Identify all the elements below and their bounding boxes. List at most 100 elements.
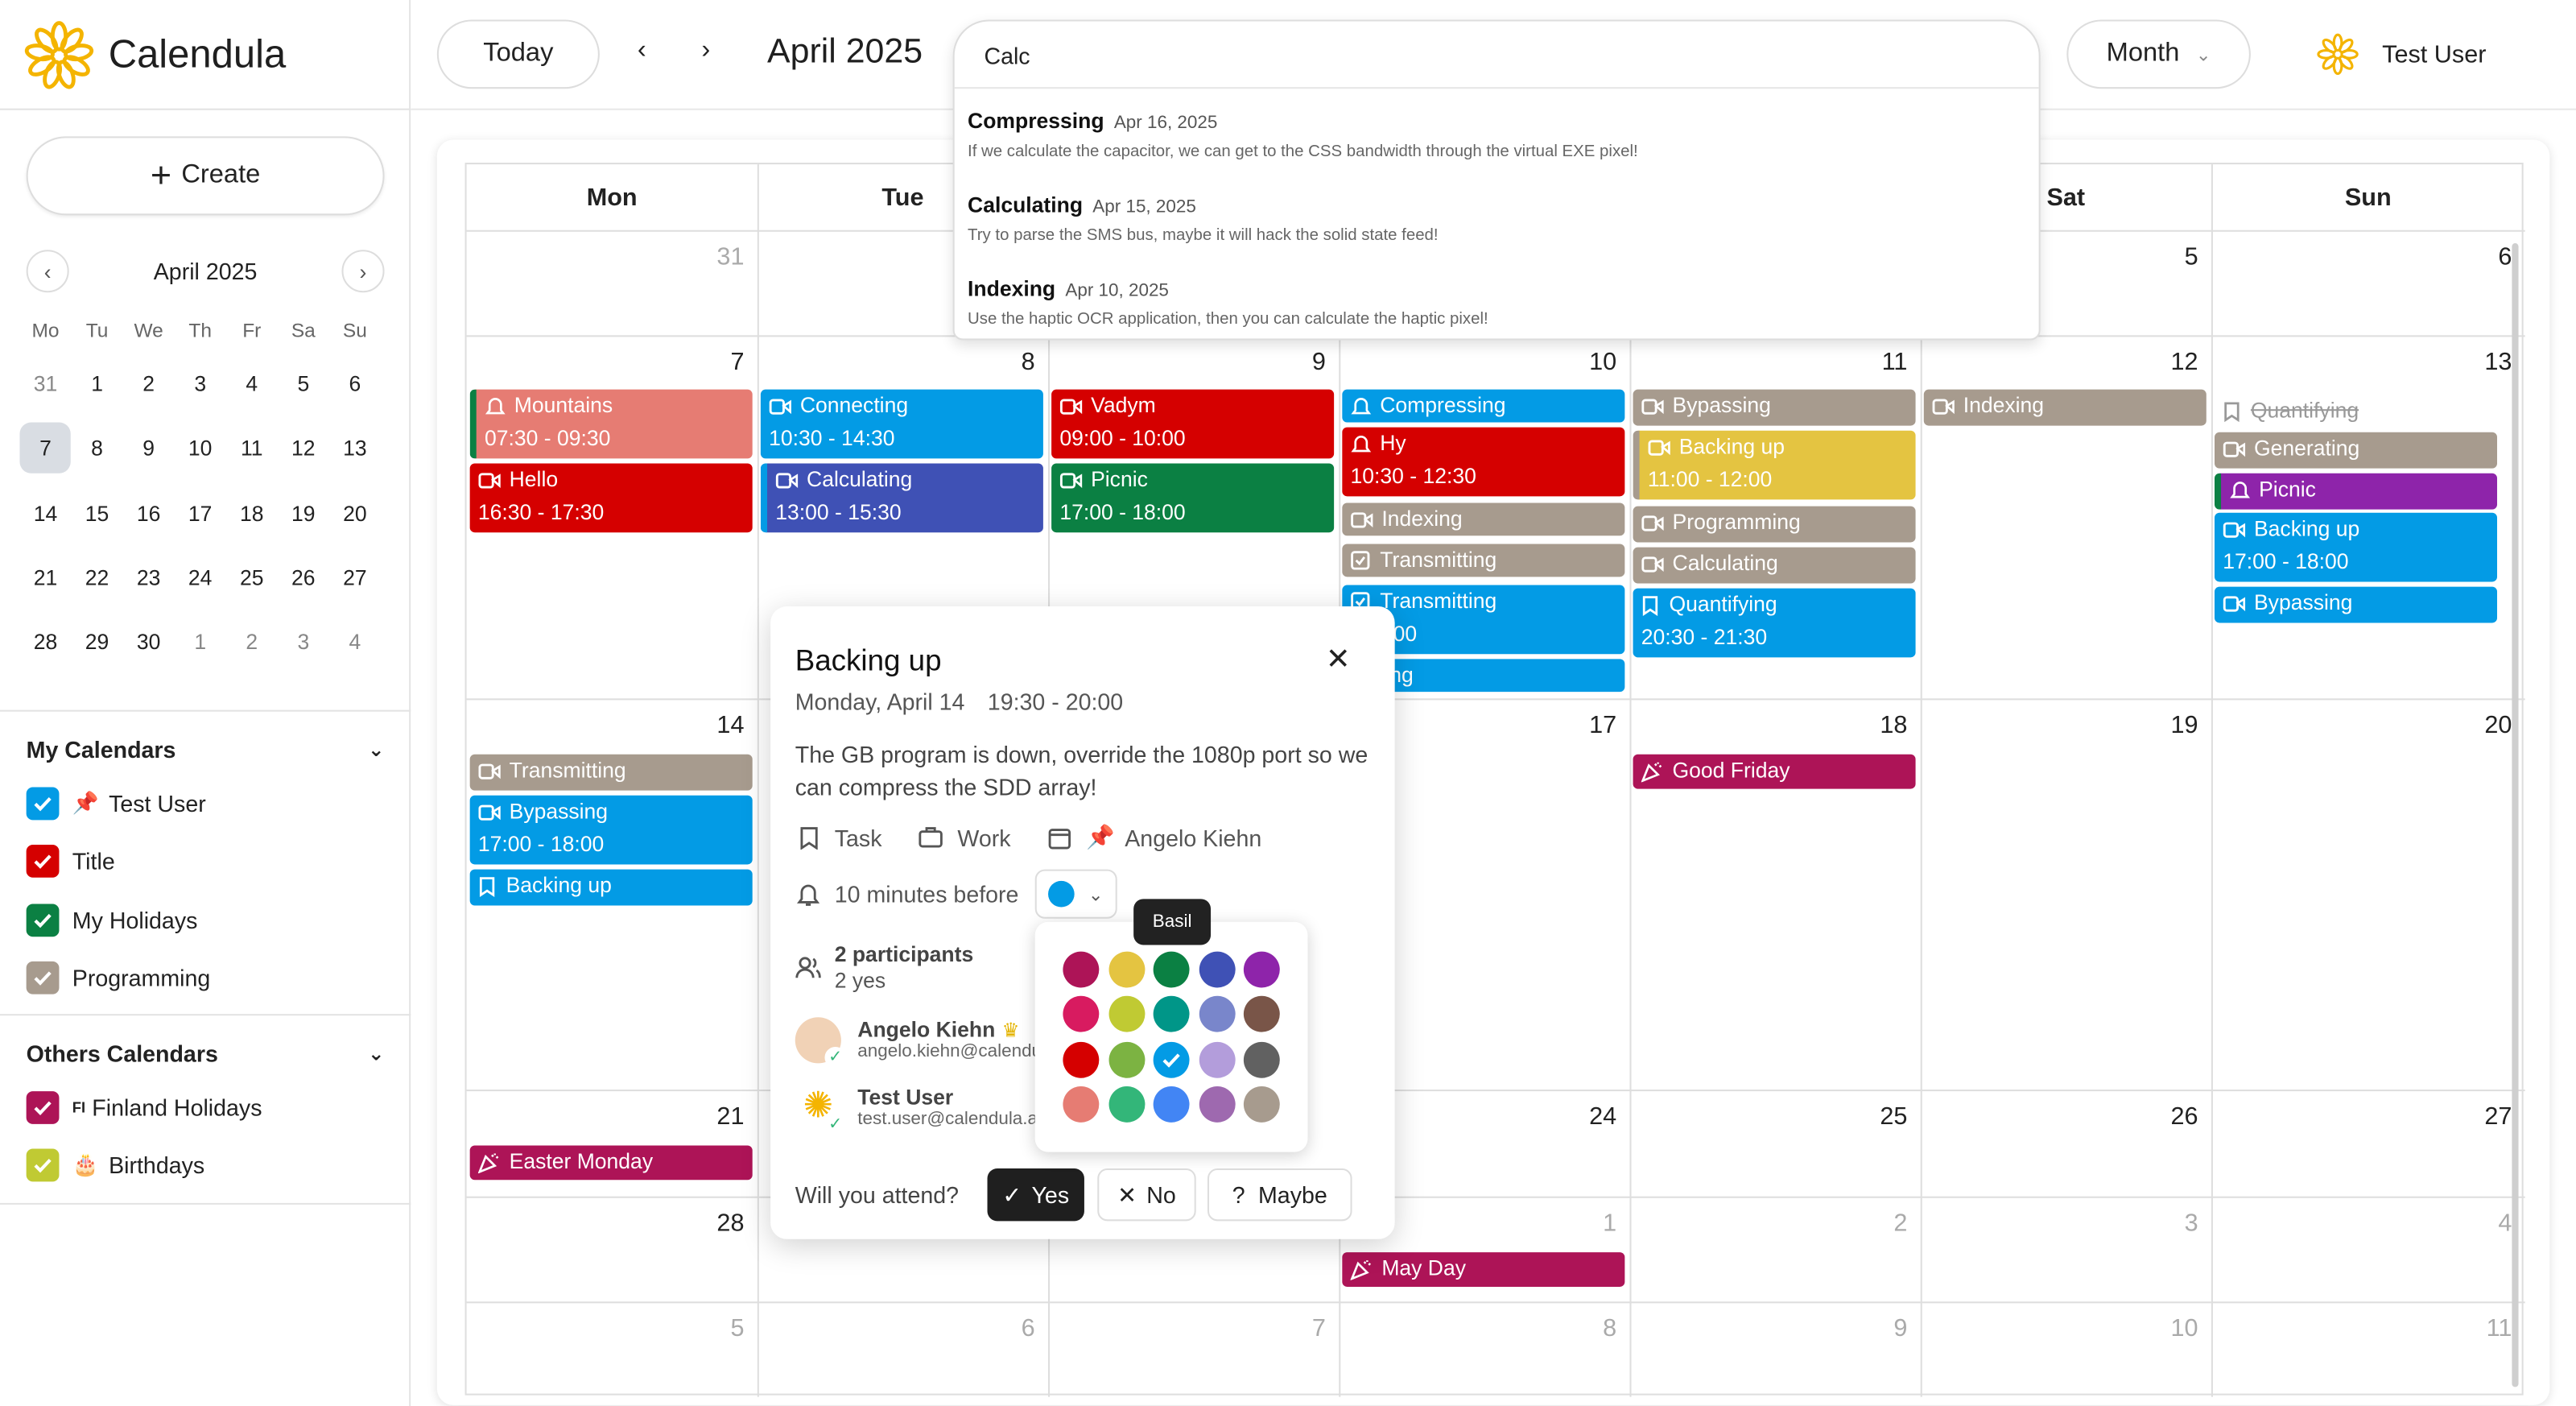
- calendar-event[interactable]: Bypassing: [2214, 586, 2498, 623]
- mini-day-cell[interactable]: 31: [19, 372, 71, 397]
- search-input[interactable]: [984, 43, 1970, 69]
- user-menu[interactable]: Test User: [2317, 23, 2486, 86]
- day-number[interactable]: 25: [1842, 1102, 1907, 1131]
- participant-item[interactable]: ✓ Angelo Kiehn ♛ angelo.kiehn@calendula.…: [795, 1017, 1061, 1069]
- day-number[interactable]: 21: [679, 1102, 744, 1131]
- calendar-checkbox[interactable]: [26, 1149, 60, 1182]
- mini-day-cell[interactable]: 15: [72, 501, 123, 526]
- mini-day-cell[interactable]: 12: [278, 436, 329, 461]
- calendar-list-item[interactable]: My Holidays: [26, 902, 198, 938]
- calendar-checkbox[interactable]: [26, 845, 60, 879]
- mini-day-cell[interactable]: 2: [226, 630, 278, 655]
- day-number[interactable]: 18: [1842, 712, 1907, 740]
- calendar-event[interactable]: Calculating 13:00 - 15:30: [760, 463, 1043, 533]
- mini-day-cell[interactable]: 10: [175, 436, 226, 461]
- calendar-checkbox[interactable]: [26, 787, 60, 821]
- app-logo[interactable]: Calendula: [23, 13, 287, 98]
- day-number[interactable]: 14: [679, 712, 744, 740]
- search-result-item[interactable]: Compressing Apr 16, 2025 If we calculate t…: [968, 107, 2019, 161]
- scrollbar[interactable]: [2512, 243, 2519, 1387]
- calendar-event[interactable]: Vadym 09:00 - 10:00: [1051, 389, 1335, 459]
- create-button[interactable]: + Create: [26, 136, 385, 216]
- calendar-event[interactable]: Programming: [1633, 506, 1916, 543]
- calendar-event[interactable]: Backing up 11:00 - 12:00: [1633, 430, 1916, 500]
- mini-day-cell[interactable]: 7: [19, 423, 72, 474]
- mini-day-cell[interactable]: 13: [329, 436, 381, 461]
- color-swatch[interactable]: [1153, 996, 1190, 1033]
- mini-day-cell[interactable]: 20: [329, 501, 381, 526]
- day-number[interactable]: 11: [1842, 349, 1908, 377]
- day-number[interactable]: 24: [1551, 1102, 1616, 1131]
- mini-day-cell[interactable]: 3: [175, 372, 226, 397]
- calendar-event[interactable]: Backing up: [469, 869, 753, 906]
- calendar-event[interactable]: Picnic 17:00 - 18:00: [1051, 463, 1335, 533]
- day-number[interactable]: 8: [969, 349, 1035, 377]
- color-swatch[interactable]: [1063, 1041, 1100, 1077]
- mini-day-cell[interactable]: 6: [329, 372, 381, 397]
- calendar-event[interactable]: Quantifying: [2214, 394, 2498, 428]
- color-swatch[interactable]: [1243, 951, 1280, 988]
- my-calendars-header[interactable]: My Calendars ⌄: [27, 736, 385, 763]
- prev-month-button[interactable]: ‹: [638, 36, 646, 66]
- day-number[interactable]: 1: [1551, 1210, 1616, 1238]
- mini-day-cell[interactable]: 4: [226, 372, 278, 397]
- mini-day-cell[interactable]: 9: [123, 436, 175, 461]
- calendar-event[interactable]: Good Friday: [1633, 754, 1916, 789]
- day-number[interactable]: 12: [2132, 349, 2198, 377]
- calendar-checkbox[interactable]: [26, 903, 60, 937]
- mini-day-cell[interactable]: 19: [278, 501, 329, 526]
- day-number[interactable]: 31: [679, 243, 744, 271]
- day-number[interactable]: 10: [2132, 1315, 2198, 1343]
- day-number[interactable]: 2: [1842, 1210, 1907, 1238]
- day-number[interactable]: 26: [2132, 1102, 2198, 1131]
- view-select[interactable]: Month ⌄: [2066, 19, 2251, 89]
- calendar-event[interactable]: Transmitting: [469, 754, 753, 791]
- color-swatch[interactable]: [1198, 996, 1235, 1033]
- day-number[interactable]: 4: [2446, 1210, 2512, 1238]
- calendar-event[interactable]: Backing up 17:00 - 18:00: [2214, 512, 2498, 582]
- mini-day-cell[interactable]: 17: [175, 501, 226, 526]
- calendar-event[interactable]: Mountains 07:30 - 09:30: [469, 389, 753, 459]
- calendar-event[interactable]: Bypassing: [1633, 389, 1916, 426]
- color-swatch[interactable]: [1243, 1086, 1280, 1123]
- color-swatch[interactable]: [1243, 1041, 1280, 1077]
- mini-day-cell[interactable]: 1: [72, 372, 123, 397]
- calendar-event[interactable]: Transmitting: [1342, 544, 1625, 577]
- mini-day-cell[interactable]: 16: [123, 501, 175, 526]
- calendar-checkbox[interactable]: [26, 961, 60, 995]
- calendar-list-item[interactable]: 🎂 Birthdays: [26, 1148, 204, 1184]
- day-number[interactable]: 7: [679, 349, 744, 377]
- color-swatch[interactable]: [1108, 1086, 1145, 1123]
- mini-day-cell[interactable]: 14: [19, 501, 71, 526]
- calendar-event[interactable]: May Day: [1342, 1252, 1625, 1287]
- attend-maybe-button[interactable]: ? Maybe: [1207, 1168, 1352, 1222]
- calendar-checkbox[interactable]: [26, 1091, 60, 1124]
- calendar-list-item[interactable]: FI Finland Holidays: [26, 1090, 262, 1126]
- color-swatch[interactable]: [1063, 1086, 1100, 1123]
- calendar-list-item[interactable]: Title: [26, 844, 115, 880]
- day-number[interactable]: 5: [2132, 243, 2198, 271]
- attend-yes-button[interactable]: ✓ Yes: [987, 1168, 1084, 1222]
- mini-day-cell[interactable]: 21: [19, 565, 71, 590]
- participant-item[interactable]: ✺ ✓ Test User test.user@calendula.app: [795, 1085, 1062, 1136]
- color-swatch[interactable]: [1198, 1041, 1235, 1077]
- color-swatch[interactable]: [1153, 1086, 1190, 1123]
- next-month-button[interactable]: ›: [701, 36, 710, 66]
- color-swatch[interactable]: [1198, 951, 1235, 988]
- mini-day-cell[interactable]: 24: [175, 565, 226, 590]
- mini-prev-month-button[interactable]: ‹: [26, 250, 69, 293]
- day-number[interactable]: 17: [1551, 712, 1616, 740]
- day-number[interactable]: 27: [2446, 1102, 2512, 1131]
- color-swatch[interactable]: [1153, 951, 1190, 988]
- mini-day-cell[interactable]: 18: [226, 501, 278, 526]
- color-swatch[interactable]: [1108, 996, 1145, 1033]
- mini-day-cell[interactable]: 26: [278, 565, 329, 590]
- search-result-item[interactable]: Calculating Apr 15, 2025 Try to parse the …: [968, 191, 2019, 245]
- color-swatch[interactable]: [1063, 951, 1100, 988]
- color-swatch[interactable]: [1063, 996, 1100, 1033]
- calendar-event[interactable]: Easter Monday: [469, 1145, 753, 1181]
- mini-day-cell[interactable]: 23: [123, 565, 175, 590]
- mini-day-cell[interactable]: 25: [226, 565, 278, 590]
- day-number[interactable]: 20: [2446, 712, 2512, 740]
- mini-day-cell[interactable]: 3: [278, 630, 329, 655]
